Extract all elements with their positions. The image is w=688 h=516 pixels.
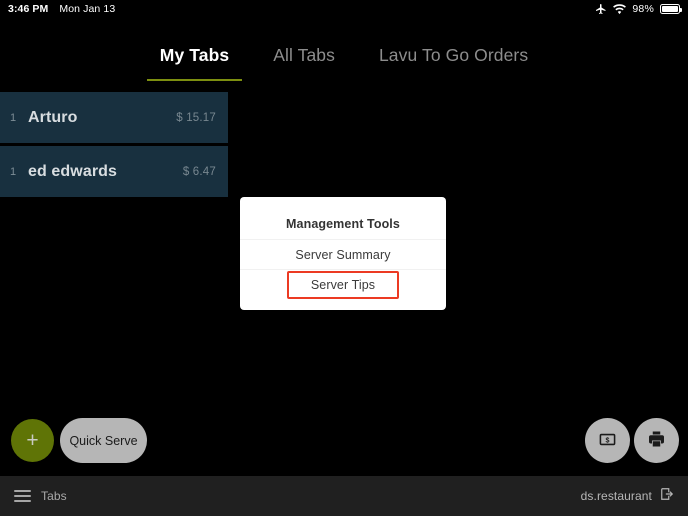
menu-item-server-tips[interactable]: Server Tips	[240, 270, 446, 300]
tab-row-amount: $ 15.17	[176, 111, 216, 124]
server-tips-highlight-box: Server Tips	[286, 270, 400, 300]
table-row[interactable]: 1 Arturo $ 15.17	[0, 92, 228, 143]
cash-drawer-icon: $	[599, 432, 616, 450]
cash-drawer-button[interactable]: $	[585, 418, 630, 463]
tab-lavu-to-go-orders[interactable]: Lavu To Go Orders	[357, 29, 550, 81]
status-bar-right: 98%	[595, 3, 682, 15]
footer-menu-label: Tabs	[41, 489, 67, 503]
status-time: 3:46 PM	[8, 3, 49, 15]
battery-icon	[660, 4, 682, 14]
menu-item-server-summary[interactable]: Server Summary	[240, 240, 446, 270]
status-bar: 3:46 PM Mon Jan 13 98%	[0, 0, 688, 18]
tab-row-name: ed edwards	[28, 162, 118, 180]
app-root: 3:46 PM Mon Jan 13 98% My Tabs All Tabs …	[0, 0, 688, 516]
quick-serve-button[interactable]: Quick Serve	[60, 418, 147, 463]
tab-row-quantity: 1	[10, 111, 17, 124]
status-date: Mon Jan 13	[59, 3, 116, 15]
tab-bar: My Tabs All Tabs Lavu To Go Orders	[0, 18, 688, 92]
footer-menu-button[interactable]: Tabs	[14, 489, 67, 503]
footer-bar: Tabs ds.restaurant	[0, 476, 688, 516]
tab-row-name: Arturo	[28, 108, 78, 126]
wifi-icon	[613, 3, 627, 15]
tab-list: 1 Arturo $ 15.17 1 ed edwards $ 6.47	[0, 92, 228, 200]
airplane-icon	[595, 3, 607, 15]
footer-user-button[interactable]: ds.restaurant	[581, 487, 674, 506]
logout-icon	[660, 487, 674, 506]
tab-my-tabs[interactable]: My Tabs	[138, 29, 251, 81]
hamburger-menu-icon	[14, 490, 31, 502]
tab-row-amount: $ 6.47	[182, 165, 216, 178]
tab-all-tabs[interactable]: All Tabs	[251, 29, 357, 81]
management-tools-modal: Management Tools Server Summary Server T…	[240, 197, 446, 310]
footer-user-label: ds.restaurant	[580, 489, 652, 503]
battery-percent-label: 98%	[632, 3, 654, 15]
printer-icon	[647, 430, 666, 451]
svg-text:$: $	[606, 436, 610, 444]
plus-icon: +	[26, 429, 39, 452]
table-row[interactable]: 1 ed edwards $ 6.47	[0, 146, 228, 197]
print-button[interactable]	[634, 418, 679, 463]
status-bar-left: 3:46 PM Mon Jan 13	[8, 3, 115, 15]
add-tab-button[interactable]: +	[11, 419, 54, 462]
tab-row-quantity: 1	[10, 165, 17, 178]
modal-title: Management Tools	[240, 209, 446, 240]
